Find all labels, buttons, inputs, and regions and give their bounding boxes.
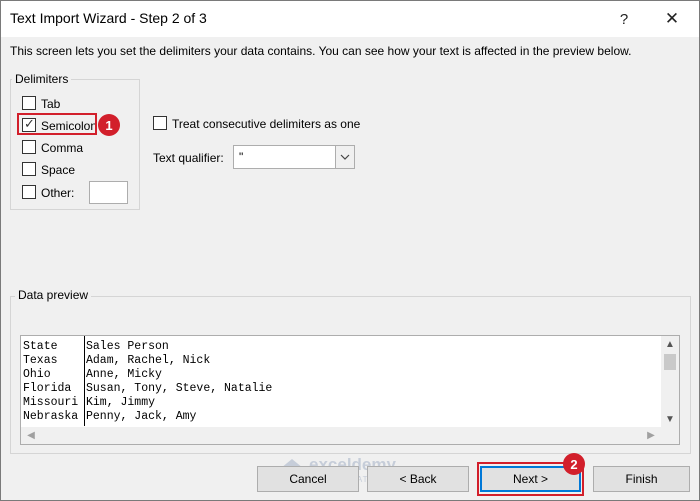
annotation-highlight-semicolon (17, 113, 97, 135)
data-preview-pane[interactable]: State Sales Person Texas Adam, Rachel, Nick… (20, 335, 680, 445)
preview-cell: Sales Person (86, 340, 169, 353)
text-qualifier-select[interactable]: " (233, 145, 355, 169)
close-button[interactable]: ✕ (649, 1, 695, 37)
column-divider (84, 336, 85, 426)
vertical-scrollbar[interactable]: ▲ ▼ (661, 336, 679, 427)
window-title: Text Import Wizard - Step 2 of 3 (10, 10, 207, 26)
preview-cell: Anne, Micky (86, 368, 162, 381)
back-button[interactable]: < Back (367, 466, 469, 492)
title-bar: Text Import Wizard - Step 2 of 3 ? ✕ (1, 1, 699, 37)
scroll-up-icon[interactable]: ▲ (661, 336, 679, 352)
horizontal-scrollbar[interactable]: ◀ ▶ (21, 427, 679, 444)
chevron-down-icon[interactable] (335, 146, 354, 168)
comma-checkbox[interactable] (22, 140, 36, 154)
space-checkbox-label[interactable]: Space (41, 163, 75, 177)
annotation-badge-2: 2 (563, 453, 585, 475)
scroll-left-icon[interactable]: ◀ (23, 427, 39, 444)
scroll-down-icon[interactable]: ▼ (661, 411, 679, 427)
preview-grid: State Sales Person Texas Adam, Rachel, Nick… (21, 336, 661, 427)
preview-cell: Nebraska (23, 410, 79, 423)
scroll-right-icon[interactable]: ▶ (643, 427, 659, 444)
space-checkbox[interactable] (22, 162, 36, 176)
preview-cell: Missouri (23, 396, 79, 409)
text-qualifier-label: Text qualifier: (153, 151, 224, 165)
tab-checkbox-label[interactable]: Tab (41, 97, 60, 111)
preview-cell: Ohio (23, 368, 51, 381)
scrollbar-thumb[interactable] (664, 354, 676, 370)
other-checkbox-label[interactable]: Other: (41, 186, 74, 200)
treat-consecutive-label[interactable]: Treat consecutive delimiters as one (172, 117, 360, 131)
preview-cell: Adam, Rachel, Nick (86, 354, 211, 367)
comma-checkbox-label[interactable]: Comma (41, 141, 83, 155)
help-button[interactable]: ? (601, 1, 647, 37)
annotation-badge-1: 1 (98, 114, 120, 136)
text-qualifier-value: " (239, 150, 244, 164)
text-import-wizard-dialog: Text Import Wizard - Step 2 of 3 ? ✕ Thi… (0, 0, 700, 501)
tab-checkbox[interactable] (22, 96, 36, 110)
cancel-button[interactable]: Cancel (257, 466, 359, 492)
finish-button[interactable]: Finish (593, 466, 690, 492)
data-preview-label: Data preview (15, 288, 92, 302)
other-delimiter-input[interactable] (89, 181, 128, 204)
other-checkbox[interactable] (22, 185, 36, 199)
preview-cell: Kim, Jimmy (86, 396, 156, 409)
treat-consecutive-checkbox[interactable] (153, 116, 167, 130)
delimiters-group-label: Delimiters (12, 72, 72, 86)
preview-cell: Texas (23, 354, 58, 367)
preview-cell: Susan, Tony, Steve, Natalie (86, 382, 273, 395)
preview-cell: Penny, Jack, Amy (86, 410, 197, 423)
preview-cell: Florida (23, 382, 72, 395)
intro-text: This screen lets you set the delimiters … (10, 44, 632, 58)
preview-cell: State (23, 340, 58, 353)
